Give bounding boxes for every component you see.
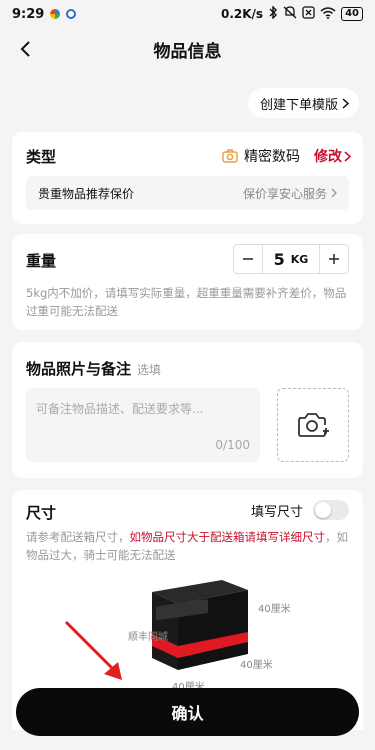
weight-note: 5kg内不加价，请填写实际重量，超重重量需要补齐差价，物品过重可能无法配送: [26, 286, 347, 318]
photo-remark-title-text: 物品照片与备注: [26, 360, 132, 378]
delivery-box-illustration: 顺丰同城 40厘米 40厘米 40厘米: [128, 574, 330, 694]
depth-label: 40厘米: [240, 660, 273, 671]
back-button[interactable]: [12, 36, 38, 62]
size-toggle-label: 填写尺寸: [250, 504, 303, 520]
photo-remark-title: 物品照片与备注 选填: [26, 358, 161, 379]
wifi-icon: [320, 6, 336, 22]
edit-type-button[interactable]: 修改: [314, 146, 351, 166]
camera-add-icon: [298, 413, 329, 437]
edit-type-label: 修改: [314, 149, 342, 165]
page-title: 物品信息: [153, 41, 222, 62]
insurance-action: 保价享安心服务: [242, 186, 327, 201]
decrease-weight-button[interactable]: [234, 245, 262, 273]
status-time: 9:29: [12, 6, 45, 22]
chevron-left-icon: [20, 41, 30, 57]
status-bar: 9:29 0.2K/s 40: [0, 0, 375, 28]
confirm-button[interactable]: 确认: [16, 688, 359, 736]
app-notification-icon: [50, 9, 61, 19]
chevron-right-icon: [344, 150, 351, 162]
remark-placeholder: 可备注物品描述、配送要求等...: [36, 402, 204, 416]
size-note: 请参考配送箱尺寸，如物品尺寸大于配送箱请填写详细尺寸，如物品过大，骑士可能无法配…: [26, 530, 348, 562]
chevron-right-icon: [331, 188, 337, 198]
network-speed: 0.2K/s: [220, 7, 264, 21]
mute-icon: [283, 6, 297, 22]
insurance-row[interactable]: 贵重物品推荐保价 保价享安心服务: [26, 176, 349, 210]
height-label: 40厘米: [258, 604, 291, 615]
chevron-right-icon: [342, 97, 349, 109]
minus-icon: [243, 258, 253, 260]
remark-input[interactable]: 可备注物品描述、配送要求等... 0/100: [26, 388, 260, 462]
camera-icon: [222, 149, 238, 163]
weight-unit: KG: [290, 252, 309, 266]
nav-header: 物品信息: [0, 28, 375, 70]
weight-value-field[interactable]: 5 KG: [262, 245, 320, 273]
sim-icon: [302, 6, 315, 22]
type-card: 类型 精密数码 修改 贵重物品推荐保价 保价享安心服务: [12, 132, 363, 224]
pointer-arrow-icon: [64, 620, 122, 680]
size-note-highlight: 如物品尺寸大于配送箱请填写详细尺寸: [129, 530, 326, 544]
plus-icon: [329, 254, 339, 264]
selected-type: 精密数码: [244, 149, 300, 165]
app-notification-icon: [66, 9, 77, 19]
type-title: 类型: [26, 148, 57, 166]
remark-counter: 0/100: [215, 438, 250, 452]
weight-card: 重量 5 KG 5kg内不加价，请填写实际重量，超重重量需要补齐差价，物品过重可…: [12, 234, 363, 330]
create-template-button[interactable]: 创建下单模版: [247, 88, 359, 118]
weight-title: 重量: [26, 252, 57, 270]
insurance-label: 贵重物品推荐保价: [38, 186, 135, 201]
size-toggle[interactable]: [313, 500, 349, 520]
create-template-label: 创建下单模版: [259, 97, 338, 113]
bluetooth-icon: [268, 5, 278, 22]
increase-weight-button[interactable]: [320, 245, 348, 273]
battery-icon: 40: [341, 7, 363, 21]
size-title: 尺寸: [26, 504, 57, 522]
optional-tag: 选填: [137, 363, 162, 377]
logo-text: 顺丰同城: [128, 632, 168, 643]
weight-stepper: 5 KG: [233, 244, 349, 274]
photo-remark-card: 物品照片与备注 选填 可备注物品描述、配送要求等... 0/100: [12, 342, 363, 478]
add-photo-button[interactable]: [277, 388, 349, 462]
delivery-box-image: [152, 580, 248, 670]
weight-value: 5: [273, 249, 285, 269]
